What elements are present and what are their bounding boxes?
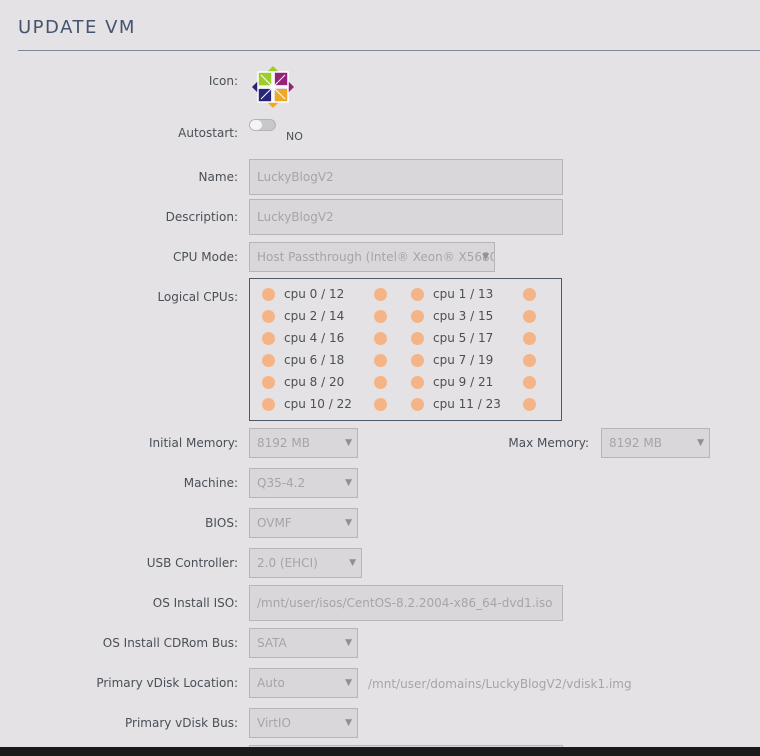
- bios-label: BIOS:: [205, 516, 238, 530]
- cpu-checkbox[interactable]: [374, 398, 387, 411]
- cpu-pair-label: cpu 10 / 22: [284, 397, 352, 411]
- usb-controller-select[interactable]: 2.0 (EHCI) ▼: [249, 548, 362, 578]
- cpu-checkbox[interactable]: [523, 398, 536, 411]
- caret-down-icon: ▼: [482, 252, 489, 262]
- cpu-pair-label: cpu 7 / 19: [433, 353, 494, 367]
- cpu-pair-label: cpu 3 / 15: [433, 309, 494, 323]
- vdisk-location-value: Auto: [257, 676, 285, 690]
- usb-controller-label: USB Controller:: [146, 556, 238, 570]
- cdrom-bus-label: OS Install CDRom Bus:: [102, 636, 238, 650]
- cpu-pair-label: cpu 2 / 14: [284, 309, 345, 323]
- title-divider: [18, 50, 760, 51]
- caret-down-icon: ▼: [345, 478, 352, 488]
- name-input[interactable]: LuckyBlogV2: [249, 159, 563, 195]
- cpu-mode-value: Host Passthrough (Intel® Xeon® X5680): [257, 250, 495, 264]
- autostart-toggle[interactable]: [249, 119, 276, 131]
- machine-value: Q35-4.2: [257, 476, 306, 490]
- cdrom-bus-value: SATA: [257, 636, 287, 650]
- page-title: UPDATE VM: [18, 17, 136, 38]
- cpu-checkbox[interactable]: [262, 310, 275, 323]
- cpu-checkbox[interactable]: [411, 398, 424, 411]
- cpu-checkbox[interactable]: [374, 310, 387, 323]
- cpu-checkbox[interactable]: [262, 332, 275, 345]
- cdrom-bus-select[interactable]: SATA ▼: [249, 628, 358, 658]
- cpu-pair-label: cpu 5 / 17: [433, 331, 494, 345]
- cpu-pair-label: cpu 11 / 23: [433, 397, 501, 411]
- cpu-mode-select[interactable]: Host Passthrough (Intel® Xeon® X5680) ▼: [249, 242, 495, 272]
- cpu-checkbox[interactable]: [523, 332, 536, 345]
- cpu-checkbox[interactable]: [374, 354, 387, 367]
- vdisk-location-label: Primary vDisk Location:: [96, 676, 238, 690]
- caret-down-icon: ▼: [345, 518, 352, 528]
- cpu-checkbox[interactable]: [411, 376, 424, 389]
- cpu-pair-label: cpu 8 / 20: [284, 375, 345, 389]
- initial-memory-value: 8192 MB: [257, 436, 310, 450]
- cpu-checkbox[interactable]: [411, 288, 424, 301]
- caret-down-icon: ▼: [345, 638, 352, 648]
- centos-logo-icon[interactable]: [251, 65, 295, 109]
- cpu-checkbox[interactable]: [523, 310, 536, 323]
- cpu-pair-label: cpu 6 / 18: [284, 353, 345, 367]
- toggle-knob: [250, 120, 262, 130]
- cpu-checkbox[interactable]: [262, 376, 275, 389]
- cpu-checkbox[interactable]: [523, 376, 536, 389]
- machine-select[interactable]: Q35-4.2 ▼: [249, 468, 358, 498]
- cpu-checkbox[interactable]: [374, 376, 387, 389]
- cpu-checkbox[interactable]: [262, 288, 275, 301]
- cpu-checkbox[interactable]: [262, 398, 275, 411]
- vdisk-path: /mnt/user/domains/LuckyBlogV2/vdisk1.img: [368, 677, 632, 691]
- max-memory-value: 8192 MB: [609, 436, 662, 450]
- caret-down-icon: ▼: [345, 718, 352, 728]
- caret-down-icon: ▼: [349, 558, 356, 568]
- logical-cpus-label: Logical CPUs:: [157, 290, 238, 304]
- logical-cpus-box: cpu 0 / 12 cpu 1 / 13 cpu 2 / 14 cpu 3 / 15…: [249, 278, 562, 421]
- cpu-pair-label: cpu 0 / 12: [284, 287, 345, 301]
- cpu-checkbox[interactable]: [523, 354, 536, 367]
- machine-label: Machine:: [183, 476, 238, 490]
- os-iso-label: OS Install ISO:: [152, 596, 238, 610]
- bios-value: OVMF: [257, 516, 292, 530]
- caret-down-icon: ▼: [697, 438, 704, 448]
- vdisk-bus-select[interactable]: VirtIO ▼: [249, 708, 358, 738]
- usb-controller-value: 2.0 (EHCI): [257, 556, 318, 570]
- name-label: Name:: [198, 170, 238, 184]
- bios-select[interactable]: OVMF ▼: [249, 508, 358, 538]
- bottom-bar: [0, 747, 760, 756]
- cpu-checkbox[interactable]: [374, 288, 387, 301]
- cpu-pair-label: cpu 1 / 13: [433, 287, 494, 301]
- icon-label: Icon:: [208, 74, 238, 88]
- os-iso-input[interactable]: /mnt/user/isos/CentOS-8.2.2004-x86_64-dv…: [249, 585, 563, 621]
- cpu-checkbox[interactable]: [411, 310, 424, 323]
- initial-memory-select[interactable]: 8192 MB ▼: [249, 428, 358, 458]
- vdisk-bus-label: Primary vDisk Bus:: [124, 716, 238, 730]
- autostart-label: Autostart:: [178, 126, 238, 140]
- initial-memory-label: Initial Memory:: [149, 436, 238, 450]
- cpu-checkbox[interactable]: [411, 354, 424, 367]
- cpu-checkbox[interactable]: [523, 288, 536, 301]
- cpu-checkbox[interactable]: [374, 332, 387, 345]
- autostart-status: NO: [286, 130, 303, 143]
- caret-down-icon: ▼: [345, 438, 352, 448]
- cpu-pair-label: cpu 9 / 21: [433, 375, 494, 389]
- description-input[interactable]: LuckyBlogV2: [249, 199, 563, 235]
- cpu-checkbox[interactable]: [411, 332, 424, 345]
- description-label: Description:: [165, 210, 238, 224]
- max-memory-label: Max Memory:: [508, 436, 589, 450]
- max-memory-select[interactable]: 8192 MB ▼: [601, 428, 710, 458]
- vdisk-location-select[interactable]: Auto ▼: [249, 668, 358, 698]
- vdisk-bus-value: VirtIO: [257, 716, 291, 730]
- caret-down-icon: ▼: [345, 678, 352, 688]
- cpu-pair-label: cpu 4 / 16: [284, 331, 345, 345]
- cpu-mode-label: CPU Mode:: [173, 250, 238, 264]
- cpu-checkbox[interactable]: [262, 354, 275, 367]
